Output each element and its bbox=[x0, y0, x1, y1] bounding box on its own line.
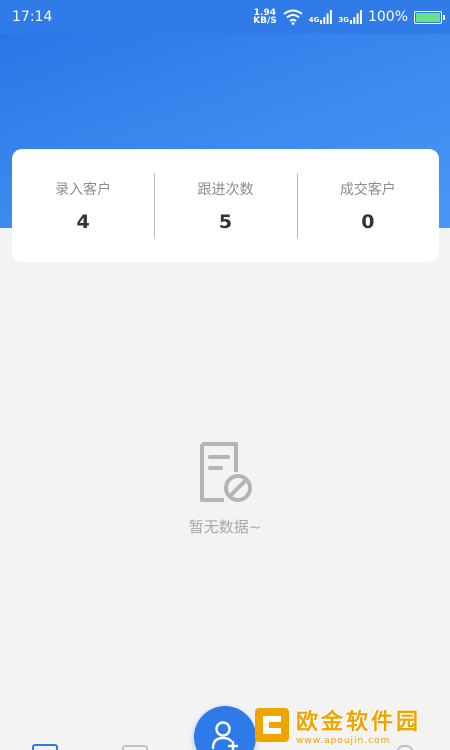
tab-home-icon[interactable] bbox=[32, 744, 58, 750]
stat-value: 0 bbox=[361, 210, 375, 233]
status-indicators: 1.94 KB/S 4G 3G 100% bbox=[253, 9, 445, 26]
add-customer-button[interactable] bbox=[194, 706, 256, 750]
add-user-icon bbox=[211, 721, 239, 750]
stat-value: 5 bbox=[218, 210, 233, 233]
battery-percent: 100% bbox=[367, 9, 408, 25]
network-speed: 1.94 KB/S bbox=[253, 9, 277, 26]
stat-label: 跟进次数 bbox=[197, 181, 254, 198]
watermark-title: 欧金软件园 bbox=[296, 710, 422, 735]
watermark: 欧金软件园 www.apoujin.com bbox=[254, 700, 450, 750]
stat-entered-customers[interactable]: 录入客户 4 bbox=[12, 149, 154, 262]
stat-closed-customers[interactable]: 成交客户 0 bbox=[296, 149, 439, 262]
document-blocked-icon bbox=[200, 442, 252, 502]
signal-label-4g: 4G bbox=[308, 16, 320, 24]
signal-label-3g: 3G bbox=[338, 16, 349, 24]
network-speed-unit: KB/S bbox=[253, 16, 277, 26]
status-bar: 17:14 1.94 KB/S 4G 3G 100% bbox=[0, 0, 450, 34]
signal-icon bbox=[320, 10, 333, 24]
empty-state-text: 暂无数据~ bbox=[188, 518, 262, 536]
signal-icon bbox=[349, 10, 362, 24]
stat-value: 4 bbox=[76, 210, 90, 233]
wifi-icon bbox=[283, 9, 303, 25]
battery-icon bbox=[414, 10, 445, 24]
battery-level-fill bbox=[416, 12, 440, 22]
status-time: 17:14 bbox=[12, 9, 53, 25]
stat-follow-up-count[interactable]: 跟进次数 5 bbox=[154, 149, 296, 262]
tab-list-icon[interactable] bbox=[122, 745, 148, 750]
watermark-logo bbox=[255, 708, 289, 742]
stat-label: 录入客户 bbox=[55, 181, 112, 198]
stat-label: 成交客户 bbox=[339, 181, 396, 198]
stats-card: 录入客户 4 跟进次数 5 成交客户 0 bbox=[12, 149, 439, 262]
empty-state: 暂无数据~ bbox=[0, 440, 450, 537]
watermark-url: www.apoujin.com bbox=[296, 736, 391, 746]
